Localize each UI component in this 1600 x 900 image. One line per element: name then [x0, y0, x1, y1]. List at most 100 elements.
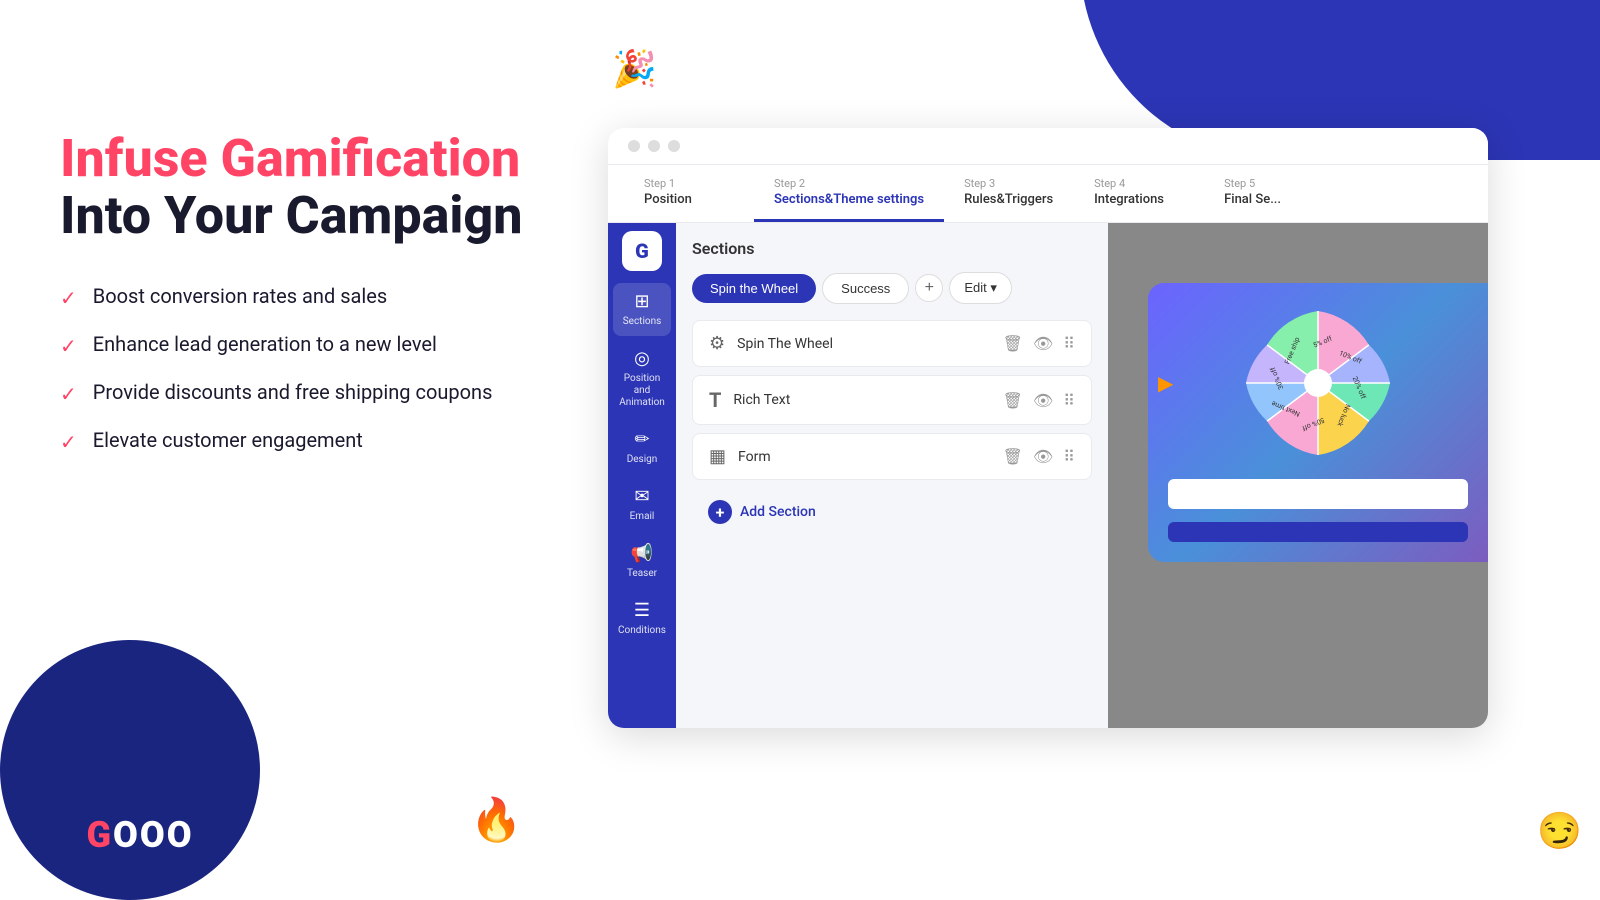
check-icon-1: ✓	[60, 286, 77, 310]
step-2[interactable]: Step 2 Sections&Theme settings	[754, 165, 944, 222]
sidebar-label-email: Email	[630, 511, 655, 523]
feature-list: ✓ Boost conversion rates and sales ✓ Enh…	[60, 284, 600, 454]
email-icon: ✉	[634, 486, 649, 507]
sidebar-item-position[interactable]: ◎ Position and Animation	[613, 340, 671, 417]
section-row-spin: ⚙ Spin The Wheel 🗑 👁 ⠿	[692, 320, 1092, 367]
step-5-name: Final Se...	[1224, 192, 1314, 207]
step-3-name: Rules&Triggers	[964, 192, 1054, 207]
position-icon: ◎	[634, 348, 650, 369]
logo-badge: GOOO	[60, 800, 220, 870]
feature-item-3: ✓ Provide discounts and free shipping co…	[60, 380, 600, 406]
sections-title: Sections	[692, 239, 1092, 258]
feature-item-4: ✓ Elevate customer engagement	[60, 428, 600, 454]
conditions-icon: ☰	[634, 600, 650, 621]
logo-area: GOOO	[60, 800, 220, 870]
feature-text-2: Enhance lead generation to a new level	[93, 332, 437, 356]
window-dot-2	[648, 140, 660, 152]
sections-icon: ⊞	[634, 291, 649, 312]
form-section-icon: ▦	[709, 446, 726, 467]
sidebar-item-teaser[interactable]: 📢 Teaser	[613, 535, 671, 588]
logo-g: G	[86, 814, 113, 856]
tab-success[interactable]: Success	[822, 273, 909, 304]
check-icon-2: ✓	[60, 334, 77, 358]
step-4[interactable]: Step 4 Integrations	[1074, 165, 1204, 222]
wheel-arrow-icon: ▶	[1158, 371, 1173, 395]
spin-eye-icon[interactable]: 👁	[1033, 334, 1053, 353]
party-emoji: 🎉	[612, 48, 657, 90]
richtext-section-label: Rich Text	[733, 392, 1002, 408]
step-2-name: Sections&Theme settings	[774, 192, 924, 207]
steps-bar: Step 1 Position Step 2 Sections&Theme se…	[608, 165, 1488, 223]
step-4-name: Integrations	[1094, 192, 1184, 207]
add-section-label: Add Section	[740, 504, 816, 520]
ui-window: Step 1 Position Step 2 Sections&Theme se…	[608, 128, 1488, 728]
wheel-container: ▶	[1168, 303, 1468, 463]
spin-drag-icon[interactable]: ⠿	[1063, 334, 1075, 353]
popup-spin-button[interactable]	[1168, 522, 1468, 542]
main-content: G ⊞ Sections ◎ Position and Animation ✏ …	[608, 223, 1488, 728]
headline-campaign: Into Your Campaign	[60, 187, 600, 244]
left-panel: Infuse Gamification Into Your Campaign ✓…	[60, 130, 600, 476]
window-chrome	[608, 128, 1488, 165]
headline-gamification: Infuse Gamification	[60, 130, 600, 187]
step-1-label: Step 1	[644, 177, 734, 190]
popup-preview: ▶	[1148, 283, 1488, 562]
step-3-label: Step 3	[964, 177, 1054, 190]
tab-add-button[interactable]: +	[915, 274, 943, 302]
section-row-form: ▦ Form 🗑 👁 ⠿	[692, 433, 1092, 480]
form-section-actions: 🗑 👁 ⠿	[1003, 447, 1075, 466]
form-delete-icon[interactable]: 🗑	[1003, 447, 1023, 466]
spin-wheel-svg: 10% off 20% off No luck 50% off Next tim…	[1238, 303, 1398, 463]
step-5[interactable]: Step 5 Final Se...	[1204, 165, 1334, 222]
logo-rest: OOO	[113, 814, 194, 856]
spin-section-label: Spin The Wheel	[737, 336, 1003, 352]
sidebar-brand: G	[622, 231, 662, 271]
spin-section-actions: 🗑 👁 ⠿	[1003, 334, 1075, 353]
spin-delete-icon[interactable]: 🗑	[1003, 334, 1023, 353]
edit-button[interactable]: Edit ▾	[949, 272, 1012, 304]
form-section-label: Form	[738, 449, 1003, 465]
richtext-delete-icon[interactable]: 🗑	[1003, 391, 1023, 410]
sidebar-label-design: Design	[627, 454, 658, 466]
richtext-drag-icon[interactable]: ⠿	[1063, 391, 1075, 410]
add-section-circle: +	[708, 500, 732, 524]
step-4-label: Step 4	[1094, 177, 1184, 190]
sidebar-label-sections: Sections	[623, 316, 662, 328]
popup-email-input[interactable]	[1168, 479, 1468, 509]
step-1[interactable]: Step 1 Position	[624, 165, 754, 222]
feature-item-1: ✓ Boost conversion rates and sales	[60, 284, 600, 310]
sidebar-label-teaser: Teaser	[627, 568, 657, 580]
window-dot-1	[628, 140, 640, 152]
wink-emoji: 😏	[1537, 810, 1582, 852]
logo-text: GOOO	[86, 814, 193, 856]
sidebar-item-sections[interactable]: ⊞ Sections	[613, 283, 671, 336]
design-icon: ✏	[634, 429, 649, 450]
sidebar-item-email[interactable]: ✉ Email	[613, 478, 671, 531]
step-1-name: Position	[644, 192, 734, 207]
teaser-icon: 📢	[631, 543, 653, 564]
sidebar-item-design[interactable]: ✏ Design	[613, 421, 671, 474]
fire-emoji: 🔥	[470, 796, 522, 845]
step-2-label: Step 2	[774, 177, 924, 190]
feature-text-4: Elevate customer engagement	[93, 428, 363, 452]
form-eye-icon[interactable]: 👁	[1033, 447, 1053, 466]
window-dot-3	[668, 140, 680, 152]
editor-area: Sections Spin the Wheel Success + Edit ▾…	[676, 223, 1108, 728]
sidebar: G ⊞ Sections ◎ Position and Animation ✏ …	[608, 223, 676, 728]
sidebar-label-conditions: Conditions	[618, 625, 666, 637]
richtext-section-icon: T	[709, 388, 721, 412]
add-section-row[interactable]: + Add Section	[692, 488, 1092, 536]
richtext-eye-icon[interactable]: 👁	[1033, 391, 1053, 410]
step-3[interactable]: Step 3 Rules&Triggers	[944, 165, 1074, 222]
feature-item-2: ✓ Enhance lead generation to a new level	[60, 332, 600, 358]
form-drag-icon[interactable]: ⠿	[1063, 447, 1075, 466]
tab-spin-the-wheel[interactable]: Spin the Wheel	[692, 274, 816, 303]
section-row-richtext: T Rich Text 🗑 👁 ⠿	[692, 375, 1092, 425]
preview-area: ▶	[1108, 223, 1488, 728]
sidebar-item-conditions[interactable]: ☰ Conditions	[613, 592, 671, 645]
check-icon-3: ✓	[60, 382, 77, 406]
richtext-section-actions: 🗑 👁 ⠿	[1003, 391, 1075, 410]
feature-text-3: Provide discounts and free shipping coup…	[93, 380, 493, 404]
tab-row: Spin the Wheel Success + Edit ▾	[692, 272, 1092, 304]
spin-section-icon: ⚙	[709, 333, 725, 354]
